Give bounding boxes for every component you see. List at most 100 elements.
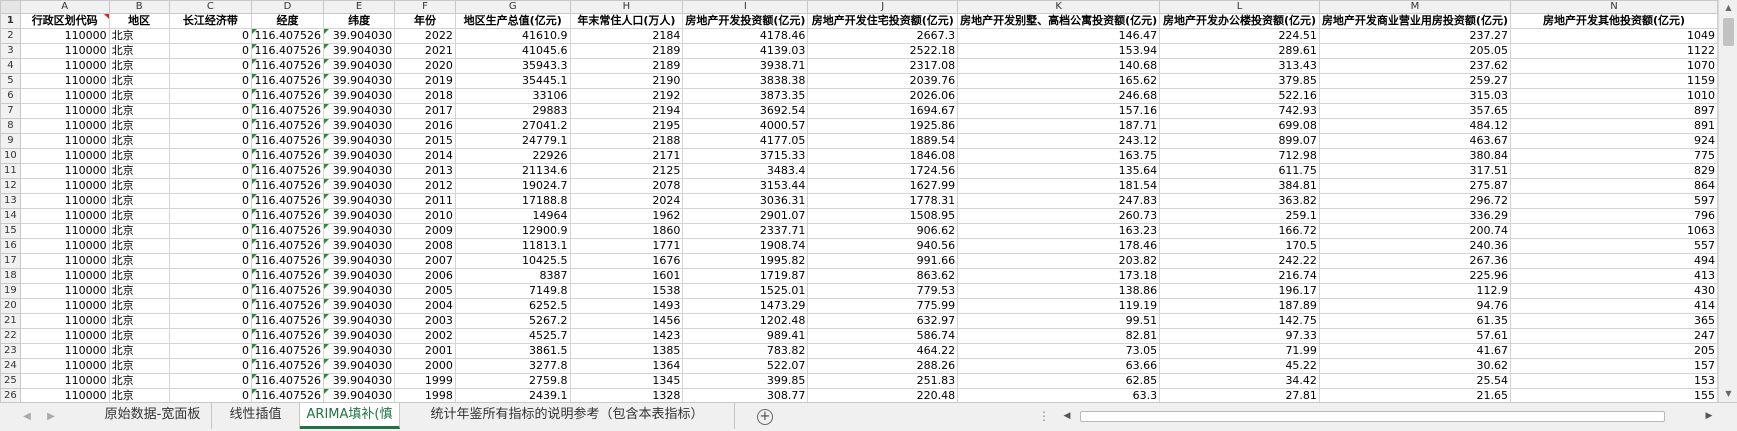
cell[interactable]: 166.72	[1159, 223, 1320, 239]
cell[interactable]: 北京	[108, 328, 170, 344]
cell[interactable]: 35445.1	[454, 73, 571, 89]
cell[interactable]: 2017	[394, 103, 456, 119]
cell[interactable]: 6252.5	[454, 298, 571, 314]
cell[interactable]: 380.84	[1318, 148, 1512, 164]
cell[interactable]: 0	[168, 103, 253, 119]
cell[interactable]: 1719.87	[682, 268, 809, 284]
cell[interactable]: 178.46	[957, 238, 1161, 254]
cell[interactable]: 1473.29	[682, 298, 809, 314]
cell[interactable]: 39.904030	[322, 373, 396, 389]
cell[interactable]: 2078	[569, 178, 684, 194]
row-number[interactable]: 17	[0, 253, 21, 269]
cell[interactable]: 2337.71	[682, 223, 809, 239]
cell[interactable]: 2014	[394, 148, 456, 164]
cell[interactable]: 243.12	[957, 133, 1161, 149]
cell[interactable]: 2194	[569, 103, 684, 119]
row-number[interactable]: 21	[0, 313, 21, 329]
cell[interactable]: 783.82	[682, 343, 809, 359]
cell[interactable]: 586.74	[807, 328, 959, 344]
cell[interactable]: 2019	[394, 73, 456, 89]
cell[interactable]: 430	[1510, 283, 1718, 299]
cell[interactable]: 4177.05	[682, 133, 809, 149]
header-cell[interactable]: 地区生产总值(亿元)	[454, 13, 571, 29]
add-sheet-button[interactable]: +	[757, 409, 773, 425]
row-number[interactable]: 14	[0, 208, 21, 224]
column-header-n[interactable]: N	[1510, 0, 1718, 14]
cell[interactable]: 27041.2	[454, 118, 571, 134]
cell[interactable]: 7149.8	[454, 283, 571, 299]
cell[interactable]: 165.62	[957, 73, 1161, 89]
cell[interactable]: 2189	[569, 43, 684, 59]
cell[interactable]: 110000	[19, 103, 110, 119]
row-number[interactable]: 9	[0, 133, 21, 149]
cell[interactable]: 116.407526	[251, 313, 324, 329]
cell[interactable]: 2171	[569, 148, 684, 164]
cell[interactable]: 153.94	[957, 43, 1161, 59]
cell[interactable]: 0	[168, 298, 253, 314]
cell[interactable]: 1889.54	[807, 133, 959, 149]
cell[interactable]: 0	[168, 268, 253, 284]
cell[interactable]: 289.61	[1159, 43, 1320, 59]
cell[interactable]: 3861.5	[454, 343, 571, 359]
cell[interactable]: 597	[1510, 193, 1718, 209]
cell[interactable]: 4178.46	[682, 28, 809, 44]
row-number[interactable]: 2	[0, 28, 21, 44]
cell[interactable]: 116.407526	[251, 148, 324, 164]
cell[interactable]: 73.05	[957, 343, 1161, 359]
cell[interactable]: 2188	[569, 133, 684, 149]
cell[interactable]: 110000	[19, 313, 110, 329]
cell[interactable]: 39.904030	[322, 313, 396, 329]
cell[interactable]: 1601	[569, 268, 684, 284]
cell[interactable]: 173.18	[957, 268, 1161, 284]
row-number[interactable]: 5	[0, 73, 21, 89]
scroll-up-arrow-icon[interactable]: ▲	[1719, 0, 1737, 16]
cell[interactable]: 116.407526	[251, 163, 324, 179]
cell[interactable]: 267.36	[1318, 253, 1512, 269]
cell[interactable]: 1525.01	[682, 283, 809, 299]
cell[interactable]: 29883	[454, 103, 571, 119]
row-number[interactable]: 20	[0, 298, 21, 314]
cell[interactable]: 39.904030	[322, 223, 396, 239]
cell[interactable]: 116.407526	[251, 193, 324, 209]
cell[interactable]: 135.64	[957, 163, 1161, 179]
cell[interactable]: 742.93	[1159, 103, 1320, 119]
cell[interactable]: 196.17	[1159, 283, 1320, 299]
cell[interactable]: 1122	[1510, 43, 1718, 59]
cell[interactable]: 1962	[569, 208, 684, 224]
cell[interactable]: 116.407526	[251, 73, 324, 89]
cell[interactable]: 116.407526	[251, 208, 324, 224]
horizontal-scrollbar[interactable]: ◀ ▶	[1059, 408, 1717, 425]
cell[interactable]: 237.62	[1318, 58, 1512, 74]
cell[interactable]: 1538	[569, 283, 684, 299]
cell[interactable]: 2010	[394, 208, 456, 224]
tab-splitter-handle[interactable]: ⋮	[1038, 409, 1050, 423]
cell[interactable]: 779.53	[807, 283, 959, 299]
cell[interactable]: 116.407526	[251, 58, 324, 74]
cell[interactable]: 116.407526	[251, 343, 324, 359]
vertical-scroll-thumb[interactable]	[1723, 18, 1734, 46]
row-number[interactable]: 19	[0, 283, 21, 299]
cell[interactable]: 991.66	[807, 253, 959, 269]
cell[interactable]: 3036.31	[682, 193, 809, 209]
cell[interactable]: 110000	[19, 118, 110, 134]
cell[interactable]: 39.904030	[322, 358, 396, 374]
cell[interactable]: 522.16	[1159, 88, 1320, 104]
cell[interactable]: 2004	[394, 298, 456, 314]
cell[interactable]: 494	[1510, 253, 1718, 269]
cell[interactable]: 1724.56	[807, 163, 959, 179]
cell[interactable]: 2013	[394, 163, 456, 179]
cell[interactable]: 414	[1510, 298, 1718, 314]
cell[interactable]: 12900.9	[454, 223, 571, 239]
cell[interactable]: 2026.06	[807, 88, 959, 104]
cell[interactable]: 39.904030	[322, 133, 396, 149]
row-number[interactable]: 22	[0, 328, 21, 344]
cell[interactable]: 99.51	[957, 313, 1161, 329]
cell[interactable]: 1423	[569, 328, 684, 344]
header-cell[interactable]: 房地产开发住宅投资额(亿元)	[807, 13, 959, 29]
cell[interactable]: 11813.1	[454, 238, 571, 254]
cell[interactable]: 北京	[108, 313, 170, 329]
cell[interactable]: 242.22	[1159, 253, 1320, 269]
cell[interactable]: 110000	[19, 268, 110, 284]
cell[interactable]: 27.81	[1159, 388, 1320, 402]
cell[interactable]: 240.36	[1318, 238, 1512, 254]
